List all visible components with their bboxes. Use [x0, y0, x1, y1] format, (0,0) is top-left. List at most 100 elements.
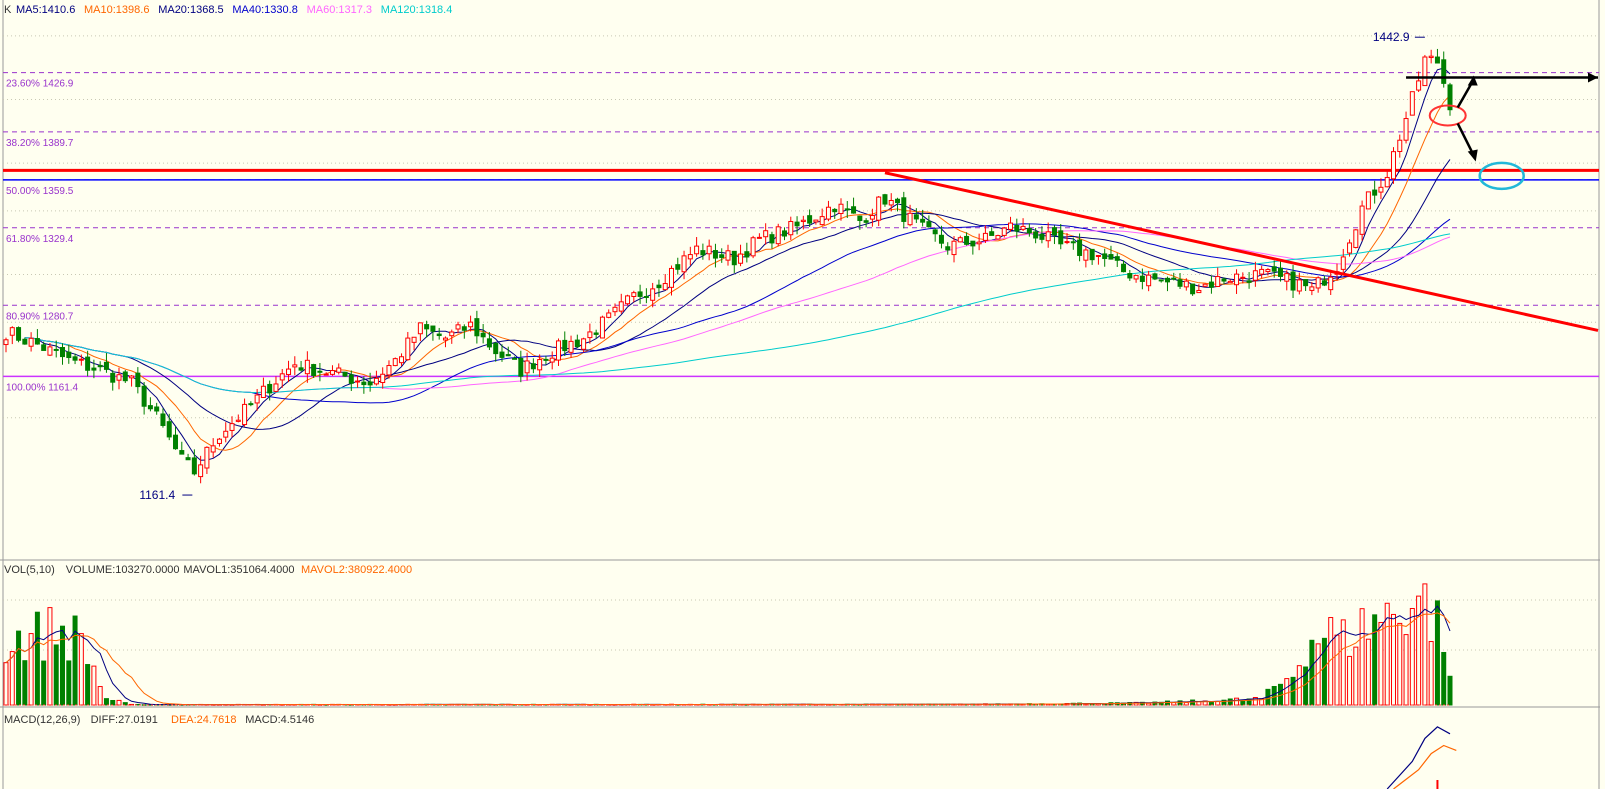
candle-body [1070, 241, 1076, 244]
candle-body [1152, 273, 1158, 280]
candle-body [901, 197, 907, 222]
candle-body [650, 288, 656, 301]
candle-body [373, 377, 379, 385]
candle-body [895, 198, 901, 204]
candle-body [53, 348, 59, 351]
candle-body [1347, 242, 1353, 254]
candle-body [160, 413, 166, 426]
legend-label: DEA:24.7618 [171, 714, 236, 726]
candle-body [254, 394, 260, 404]
candle-body [141, 385, 147, 407]
volume-bar [97, 686, 103, 706]
legend-label: MA10:1398.6 [84, 4, 149, 16]
candle-body [945, 246, 951, 251]
volume-bar [1353, 646, 1359, 706]
volume-bar [1384, 602, 1390, 706]
candle-body [1077, 239, 1083, 256]
candle-body [549, 357, 555, 363]
candle-body [1008, 222, 1014, 230]
candle-body [938, 234, 944, 244]
candle-body [920, 218, 926, 223]
candle-body [537, 359, 543, 371]
candle-body [336, 367, 342, 373]
candle-body [1372, 189, 1378, 196]
candle-body [392, 358, 398, 367]
volume-bar [60, 625, 66, 706]
candle-body [530, 363, 536, 370]
candle-body [1139, 275, 1145, 282]
volume-bar [22, 660, 28, 706]
candle-body [436, 333, 442, 337]
candle-body [851, 206, 857, 214]
candle-body [1353, 229, 1359, 248]
candle-body [110, 372, 116, 383]
candle-body [1234, 273, 1240, 286]
candle-body [982, 232, 988, 241]
candle-body [103, 361, 109, 370]
candle-body [951, 240, 957, 256]
candle-body [1164, 277, 1170, 283]
candle-body [9, 327, 15, 336]
candle-body [216, 438, 222, 444]
candle-body [675, 264, 681, 270]
candle-body [562, 339, 568, 352]
candle-body [273, 383, 279, 392]
volume-legend: VOL(5,10) VOLUME:103270.0000 MAVOL1:351064… [4, 564, 412, 576]
volume-bar [28, 633, 34, 706]
candle-body [763, 230, 769, 238]
candle-body [1183, 280, 1189, 288]
candle-body [41, 344, 47, 351]
volume-bar [1428, 641, 1434, 706]
candle-body [455, 324, 461, 330]
candle-body [493, 342, 499, 355]
candle-body [147, 405, 153, 410]
candle-body [876, 196, 882, 221]
candle-body [474, 318, 480, 337]
legend-label: MA20:1368.5 [158, 4, 223, 16]
candle-body [681, 255, 687, 273]
candle-body [1158, 279, 1164, 282]
candle-body [1095, 254, 1101, 257]
candle-body [1171, 277, 1177, 280]
volume-bar [41, 660, 47, 706]
candle-body [116, 374, 122, 381]
candle-body [989, 231, 995, 236]
candle-body [405, 337, 411, 361]
candle-body [361, 381, 367, 386]
legend-label: MAVOL1:351064.4000 [183, 564, 294, 576]
legend-label: MACD:4.5146 [245, 714, 314, 726]
candle-body [260, 385, 266, 398]
candle-body [311, 364, 317, 376]
macd-legend: MACD(12,26,9) DIFF:27.0191 DEA:24.7618 MACD… [4, 714, 314, 726]
candle-body [1409, 91, 1415, 116]
candle-body [888, 199, 894, 206]
candle-body [66, 351, 72, 359]
candle-body [687, 254, 693, 260]
fib-level-label: 100.00% 1161.4 [6, 382, 79, 393]
volume-bar [1227, 698, 1233, 706]
candle-body [512, 357, 518, 360]
volume-bar [103, 698, 109, 706]
volume-bar [1441, 651, 1447, 706]
legend-label: MA60:1317.3 [307, 4, 372, 16]
candle-body [568, 340, 574, 353]
candle-body [166, 421, 172, 438]
volume-bar [78, 633, 84, 706]
candle-body [1315, 277, 1321, 289]
volume-bar [1378, 621, 1384, 706]
volume-bar [1372, 614, 1378, 706]
fib-level-label: 50.00% 1359.5 [6, 186, 74, 197]
candle-body [599, 316, 605, 339]
volume-bar [1422, 583, 1428, 706]
candle-body [85, 356, 91, 371]
candle-body [1146, 274, 1152, 287]
candle-body [417, 322, 423, 335]
candle-body [524, 360, 530, 374]
candle-body [449, 331, 455, 337]
candle-body [1397, 139, 1403, 153]
candle-body [1014, 225, 1020, 232]
volume-bar [1234, 697, 1240, 706]
candle-body [750, 237, 756, 257]
candle-body [1108, 254, 1114, 260]
candle-body [813, 219, 819, 223]
